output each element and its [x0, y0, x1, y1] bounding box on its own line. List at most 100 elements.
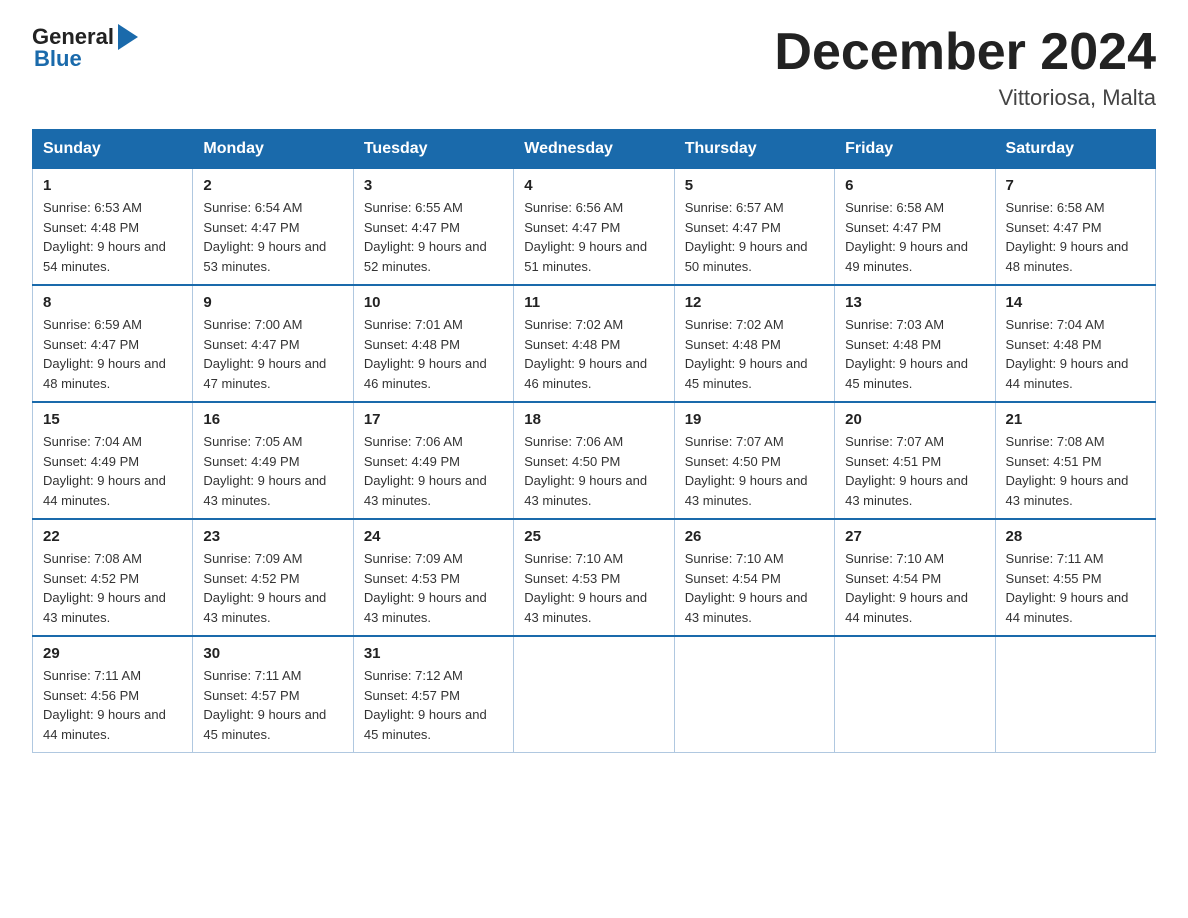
header-friday: Friday [835, 130, 995, 169]
day-number: 2 [203, 177, 342, 194]
header-thursday: Thursday [674, 130, 834, 169]
day-info: Sunrise: 7:10 AMSunset: 4:53 PMDaylight:… [524, 549, 663, 627]
table-row: 10 Sunrise: 7:01 AMSunset: 4:48 PMDayligh… [353, 285, 513, 402]
day-info: Sunrise: 7:06 AMSunset: 4:49 PMDaylight:… [364, 432, 503, 510]
title-block: December 2024 Vittoriosa, Malta [774, 24, 1156, 111]
calendar-title: December 2024 [774, 24, 1156, 81]
calendar-week-row: 22 Sunrise: 7:08 AMSunset: 4:52 PMDayligh… [33, 519, 1156, 636]
day-info: Sunrise: 7:09 AMSunset: 4:52 PMDaylight:… [203, 549, 342, 627]
table-row: 25Sunrise: 7:10 AMSunset: 4:53 PMDayligh… [514, 519, 674, 636]
day-info: Sunrise: 6:58 AMSunset: 4:47 PMDaylight:… [1006, 198, 1145, 276]
day-number: 19 [685, 411, 824, 428]
calendar-table: Sunday Monday Tuesday Wednesday Thursday… [32, 129, 1156, 753]
day-info: Sunrise: 7:01 AMSunset: 4:48 PMDaylight:… [364, 315, 503, 393]
day-number: 6 [845, 177, 984, 194]
table-row: 28 Sunrise: 7:11 AMSunset: 4:55 PMDayligh… [995, 519, 1155, 636]
day-info: Sunrise: 6:56 AMSunset: 4:47 PMDaylight:… [524, 198, 663, 276]
day-number: 16 [203, 411, 342, 428]
day-info: Sunrise: 6:58 AMSunset: 4:47 PMDaylight:… [845, 198, 984, 276]
table-row: 12Sunrise: 7:02 AMSunset: 4:48 PMDayligh… [674, 285, 834, 402]
table-row [674, 636, 834, 753]
day-number: 9 [203, 294, 342, 311]
table-row: 26Sunrise: 7:10 AMSunset: 4:54 PMDayligh… [674, 519, 834, 636]
table-row: 15 Sunrise: 7:04 AMSunset: 4:49 PMDayligh… [33, 402, 193, 519]
table-row: 9Sunrise: 7:00 AMSunset: 4:47 PMDaylight… [193, 285, 353, 402]
calendar-week-row: 15 Sunrise: 7:04 AMSunset: 4:49 PMDayligh… [33, 402, 1156, 519]
day-info: Sunrise: 7:10 AMSunset: 4:54 PMDaylight:… [845, 549, 984, 627]
day-number: 30 [203, 645, 342, 662]
day-info: Sunrise: 7:06 AMSunset: 4:50 PMDaylight:… [524, 432, 663, 510]
day-info: Sunrise: 7:11 AMSunset: 4:57 PMDaylight:… [203, 666, 342, 744]
day-info: Sunrise: 6:55 AMSunset: 4:47 PMDaylight:… [364, 198, 503, 276]
day-info: Sunrise: 7:11 AMSunset: 4:55 PMDaylight:… [1006, 549, 1145, 627]
table-row: 24 Sunrise: 7:09 AMSunset: 4:53 PMDayligh… [353, 519, 513, 636]
header-monday: Monday [193, 130, 353, 169]
day-number: 3 [364, 177, 503, 194]
table-row: 29 Sunrise: 7:11 AMSunset: 4:56 PMDayligh… [33, 636, 193, 753]
day-info: Sunrise: 7:02 AMSunset: 4:48 PMDaylight:… [524, 315, 663, 393]
day-info: Sunrise: 6:57 AMSunset: 4:47 PMDaylight:… [685, 198, 824, 276]
calendar-subtitle: Vittoriosa, Malta [774, 85, 1156, 111]
day-number: 20 [845, 411, 984, 428]
day-number: 23 [203, 528, 342, 545]
table-row: 8 Sunrise: 6:59 AMSunset: 4:47 PMDaylight… [33, 285, 193, 402]
day-info: Sunrise: 7:02 AMSunset: 4:48 PMDaylight:… [685, 315, 824, 393]
day-info: Sunrise: 7:07 AMSunset: 4:51 PMDaylight:… [845, 432, 984, 510]
logo: General Blue [32, 24, 138, 72]
table-row: 20 Sunrise: 7:07 AMSunset: 4:51 PMDayligh… [835, 402, 995, 519]
day-number: 13 [845, 294, 984, 311]
table-row: 11 Sunrise: 7:02 AMSunset: 4:48 PMDayligh… [514, 285, 674, 402]
table-row: 23 Sunrise: 7:09 AMSunset: 4:52 PMDayligh… [193, 519, 353, 636]
day-number: 28 [1006, 528, 1145, 545]
table-row: 5 Sunrise: 6:57 AMSunset: 4:47 PMDaylight… [674, 169, 834, 286]
day-info: Sunrise: 7:04 AMSunset: 4:49 PMDaylight:… [43, 432, 182, 510]
logo-arrow-icon [118, 24, 138, 50]
day-info: Sunrise: 7:12 AMSunset: 4:57 PMDaylight:… [364, 666, 503, 744]
day-number: 22 [43, 528, 182, 545]
table-row: 19Sunrise: 7:07 AMSunset: 4:50 PMDayligh… [674, 402, 834, 519]
day-number: 4 [524, 177, 663, 194]
day-number: 29 [43, 645, 182, 662]
calendar-header-row: Sunday Monday Tuesday Wednesday Thursday… [33, 130, 1156, 169]
day-info: Sunrise: 7:08 AMSunset: 4:52 PMDaylight:… [43, 549, 182, 627]
day-number: 21 [1006, 411, 1145, 428]
day-number: 11 [524, 294, 663, 311]
header-tuesday: Tuesday [353, 130, 513, 169]
table-row: 3 Sunrise: 6:55 AMSunset: 4:47 PMDaylight… [353, 169, 513, 286]
day-info: Sunrise: 6:59 AMSunset: 4:47 PMDaylight:… [43, 315, 182, 393]
day-number: 17 [364, 411, 503, 428]
table-row: 21 Sunrise: 7:08 AMSunset: 4:51 PMDayligh… [995, 402, 1155, 519]
day-number: 24 [364, 528, 503, 545]
table-row: 17 Sunrise: 7:06 AMSunset: 4:49 PMDayligh… [353, 402, 513, 519]
day-info: Sunrise: 6:53 AMSunset: 4:48 PMDaylight:… [43, 198, 182, 276]
day-number: 10 [364, 294, 503, 311]
day-number: 1 [43, 177, 182, 194]
day-number: 8 [43, 294, 182, 311]
day-number: 7 [1006, 177, 1145, 194]
table-row: 14Sunrise: 7:04 AMSunset: 4:48 PMDayligh… [995, 285, 1155, 402]
table-row [995, 636, 1155, 753]
table-row: 18 Sunrise: 7:06 AMSunset: 4:50 PMDayligh… [514, 402, 674, 519]
table-row: 27 Sunrise: 7:10 AMSunset: 4:54 PMDayligh… [835, 519, 995, 636]
table-row [514, 636, 674, 753]
day-info: Sunrise: 7:09 AMSunset: 4:53 PMDaylight:… [364, 549, 503, 627]
table-row [835, 636, 995, 753]
day-number: 15 [43, 411, 182, 428]
table-row: 2Sunrise: 6:54 AMSunset: 4:47 PMDaylight… [193, 169, 353, 286]
table-row: 4 Sunrise: 6:56 AMSunset: 4:47 PMDaylight… [514, 169, 674, 286]
calendar-week-row: 29 Sunrise: 7:11 AMSunset: 4:56 PMDayligh… [33, 636, 1156, 753]
table-row: 30 Sunrise: 7:11 AMSunset: 4:57 PMDayligh… [193, 636, 353, 753]
day-number: 27 [845, 528, 984, 545]
header-wednesday: Wednesday [514, 130, 674, 169]
day-info: Sunrise: 7:04 AMSunset: 4:48 PMDaylight:… [1006, 315, 1145, 393]
table-row: 6 Sunrise: 6:58 AMSunset: 4:47 PMDaylight… [835, 169, 995, 286]
calendar-week-row: 1 Sunrise: 6:53 AMSunset: 4:48 PMDaylight… [33, 169, 1156, 286]
day-number: 26 [685, 528, 824, 545]
day-number: 18 [524, 411, 663, 428]
header-sunday: Sunday [33, 130, 193, 169]
table-row: 13Sunrise: 7:03 AMSunset: 4:48 PMDayligh… [835, 285, 995, 402]
day-number: 5 [685, 177, 824, 194]
day-info: Sunrise: 7:11 AMSunset: 4:56 PMDaylight:… [43, 666, 182, 744]
day-info: Sunrise: 7:05 AMSunset: 4:49 PMDaylight:… [203, 432, 342, 510]
day-info: Sunrise: 7:08 AMSunset: 4:51 PMDaylight:… [1006, 432, 1145, 510]
